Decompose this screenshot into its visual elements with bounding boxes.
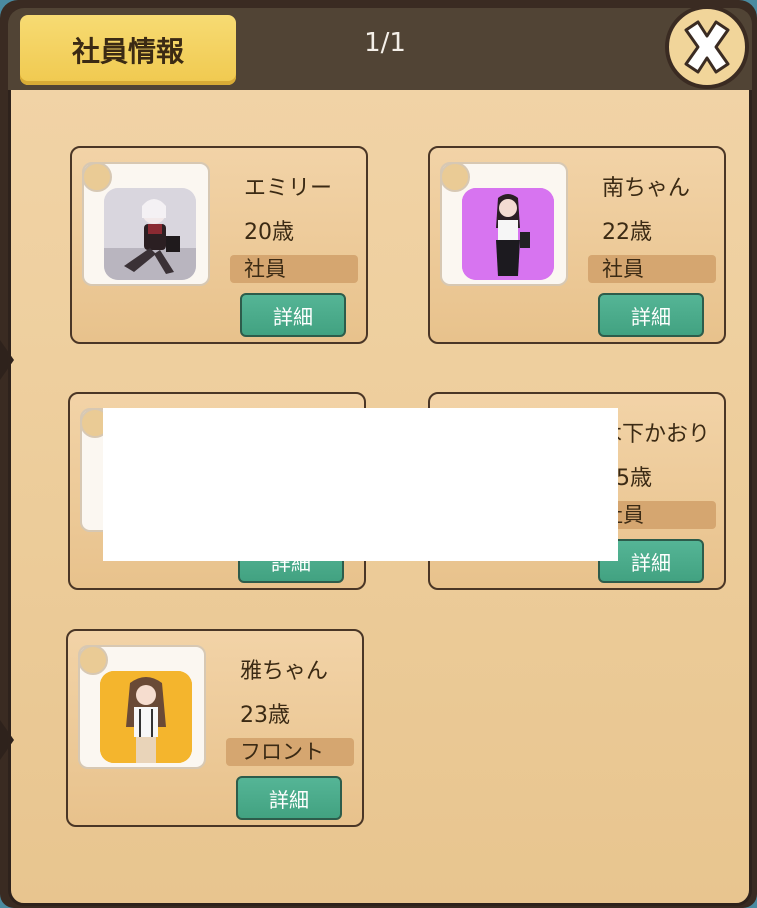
scroll-edge-notch — [0, 340, 14, 380]
close-button[interactable] — [665, 5, 749, 89]
portrait-frame — [78, 645, 206, 769]
employee-role-badge: 社員 — [230, 255, 358, 283]
badge-circle — [440, 162, 470, 192]
detail-button[interactable]: 詳細 — [240, 293, 346, 337]
scroll-edge-notch — [0, 720, 14, 760]
detail-button[interactable]: 詳細 — [598, 293, 704, 337]
redaction-box — [103, 408, 618, 561]
portrait-image — [100, 671, 192, 763]
portrait-frame — [82, 162, 210, 286]
close-icon — [684, 20, 730, 74]
portrait-frame — [440, 162, 568, 286]
employee-name: 南ちゃん — [602, 176, 691, 201]
page-indicator: 1/1 — [364, 28, 406, 58]
employee-card: エミリー 20歳 社員 詳細 — [70, 146, 368, 344]
portrait-image — [462, 188, 554, 280]
detail-button[interactable]: 詳細 — [236, 776, 342, 820]
portrait-image — [104, 188, 196, 280]
badge-circle — [82, 162, 112, 192]
employee-age: 20歳 — [244, 220, 294, 245]
employee-name: 雅ちゃん — [240, 659, 329, 684]
employee-age: 22歳 — [602, 220, 652, 245]
tab-employee-info[interactable]: 社員情報 — [20, 15, 236, 85]
employee-age: 23歳 — [240, 703, 290, 728]
employee-role-badge: 社員 — [588, 255, 716, 283]
employee-card: 雅ちゃん 23歳 フロント 詳細 — [66, 629, 364, 827]
badge-circle — [78, 645, 108, 675]
employee-name: エミリー — [244, 176, 333, 201]
employee-card: 南ちゃん 22歳 社員 詳細 — [428, 146, 726, 344]
employee-role-badge: フロント — [226, 738, 354, 766]
